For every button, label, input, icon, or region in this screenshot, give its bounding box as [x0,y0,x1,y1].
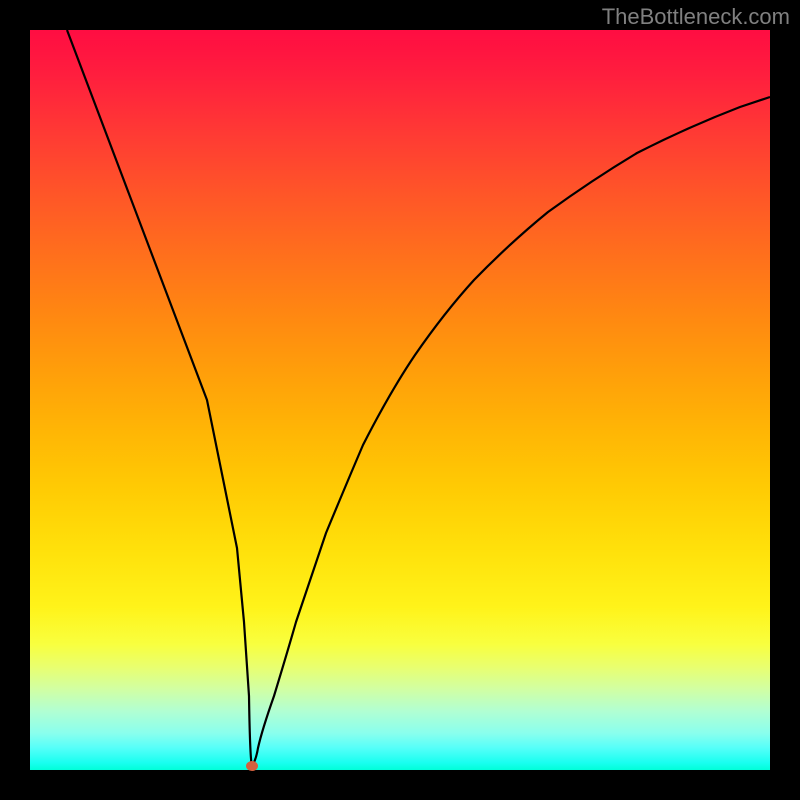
curve-overlay [30,30,770,770]
chart-plot-area [30,30,770,770]
minimum-point-marker [246,761,258,771]
bottleneck-curve-right [252,97,770,766]
bottleneck-curve-left [67,30,252,766]
watermark: TheBottleneck.com [602,4,790,30]
